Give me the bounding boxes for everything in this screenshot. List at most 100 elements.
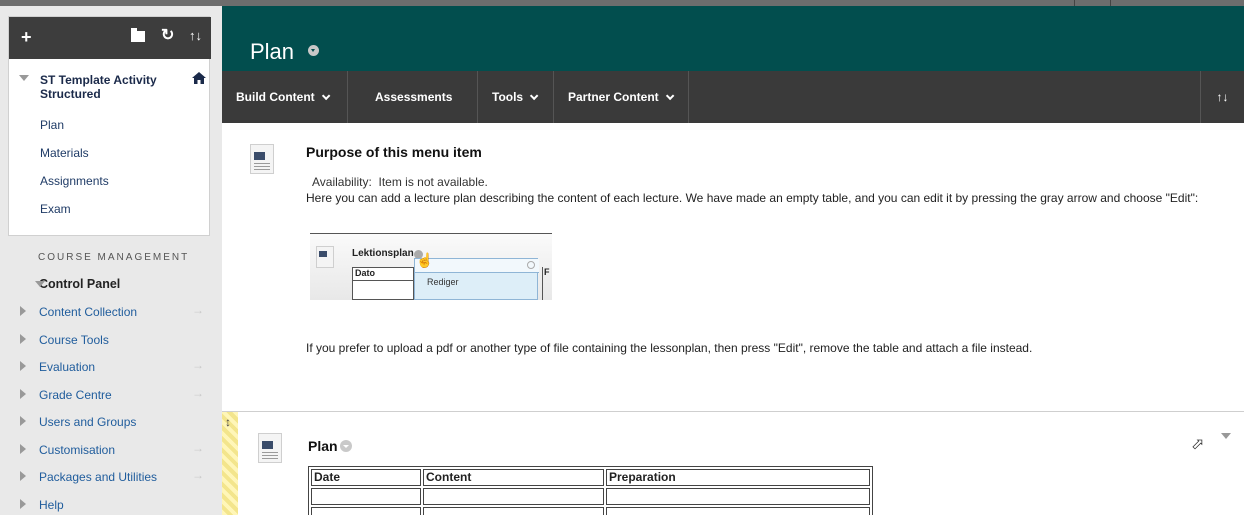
table-cell xyxy=(606,488,870,505)
course-menu-item-plan[interactable]: Plan xyxy=(40,118,109,146)
chevron-down-icon xyxy=(529,91,539,101)
control-panel-item-customisation[interactable]: Customisation → xyxy=(20,441,210,469)
course-menu-item-assignments[interactable]: Assignments xyxy=(40,174,109,202)
table-cell xyxy=(423,488,604,505)
expand-triangle-icon xyxy=(20,498,26,509)
page-title: Plan xyxy=(250,39,295,64)
assessments-label: Assessments xyxy=(375,90,453,104)
thumbnail-col-header: F xyxy=(542,267,552,300)
control-panel-item-evaluation[interactable]: Evaluation → xyxy=(20,358,210,386)
availability-label: Availability: xyxy=(312,175,372,189)
control-panel-item-label: Customisation xyxy=(39,442,116,457)
table-cell xyxy=(423,507,604,515)
collapse-triangle-icon[interactable] xyxy=(19,75,29,81)
collapse-triangle-icon xyxy=(35,281,45,287)
document-icon xyxy=(316,246,334,268)
expand-triangle-icon xyxy=(20,361,26,371)
item-options-triangle-icon[interactable] xyxy=(1221,433,1231,439)
tools-menu[interactable]: Tools xyxy=(478,71,554,123)
control-panel-item-label: Evaluation xyxy=(39,360,96,374)
page-header: Plan xyxy=(222,6,1244,71)
assessments-menu[interactable]: Assessments xyxy=(348,71,478,153)
thumbnail-menu-option: Rediger xyxy=(427,277,459,287)
plus-icon[interactable]: + xyxy=(21,27,32,48)
control-panel-label: Control Panel xyxy=(39,277,121,291)
arrow-right-icon: → xyxy=(192,468,204,482)
thumbnail-table: Dato xyxy=(352,267,415,300)
table-cell xyxy=(606,507,870,515)
control-panel-item-label: Grade Centre xyxy=(39,387,112,402)
table-cell xyxy=(311,507,421,515)
build-content-label: Build Content xyxy=(236,90,315,104)
table-cell xyxy=(311,488,421,505)
plan-table: Date Content Preparation xyxy=(308,466,873,515)
folder-icon[interactable] xyxy=(131,28,145,42)
build-content-menu[interactable]: Build Content xyxy=(222,71,348,123)
expand-triangle-icon xyxy=(20,388,26,399)
drag-handle[interactable]: ↕ xyxy=(222,412,238,515)
content-item: Purpose of this menu item Availability: … xyxy=(222,123,1244,412)
control-panel-item-help[interactable]: Help xyxy=(20,496,210,515)
chevron-down-icon[interactable] xyxy=(308,45,319,56)
main-content: Plan Build Content Assessments Tools Par… xyxy=(222,6,1244,515)
item-title[interactable]: Plan xyxy=(308,438,338,454)
mouse-pointer-icon: ⬀ xyxy=(1191,436,1205,453)
control-panel-item-label: Packages and Utilities xyxy=(39,470,158,484)
control-panel-item-label: Course Tools xyxy=(39,332,109,347)
chevron-down-icon xyxy=(665,91,675,101)
expand-triangle-icon xyxy=(20,306,26,316)
tools-label: Tools xyxy=(492,90,524,104)
expand-triangle-icon xyxy=(20,443,26,454)
sort-icon[interactable]: ↑↓ xyxy=(189,28,202,43)
document-icon xyxy=(258,433,282,463)
course-management-label: COURSE MANAGEMENT xyxy=(38,252,190,263)
course-title[interactable]: ST Template Activity Structured xyxy=(40,73,165,101)
control-panel-item-label: Content Collection xyxy=(39,305,138,319)
control-panel-item-content-collection[interactable]: Content Collection → xyxy=(20,303,210,331)
table-row xyxy=(311,507,870,515)
course-menu-item-exam[interactable]: Exam xyxy=(40,202,109,230)
partner-content-menu[interactable]: Partner Content xyxy=(554,71,689,123)
control-panel-item-packages-and-utilities[interactable]: Packages and Utilities → xyxy=(20,468,210,496)
home-icon[interactable] xyxy=(191,71,207,85)
hand-cursor-icon: ☝ xyxy=(416,252,434,268)
content-item: ↕ Plan Date Content Preparation ⬀ xyxy=(222,412,1244,515)
table-header-cell: Preparation xyxy=(606,469,870,486)
course-menu-item-materials[interactable]: Materials xyxy=(40,146,109,174)
control-panel-item-grade-centre[interactable]: Grade Centre → xyxy=(20,386,210,414)
availability-line: Availability: Item is not available. xyxy=(312,175,488,189)
close-icon xyxy=(527,261,535,269)
control-panel-list: Content Collection → Course Tools Evalua… xyxy=(20,303,210,515)
control-panel-item-course-tools[interactable]: Course Tools xyxy=(20,331,210,359)
partner-content-label: Partner Content xyxy=(568,90,659,104)
control-panel-item-users-and-groups[interactable]: Users and Groups xyxy=(20,413,210,441)
table-header-cell: Date xyxy=(311,469,421,486)
control-panel-item-label: Users and Groups xyxy=(39,415,137,429)
drag-handle-icon: ↕ xyxy=(225,415,231,429)
thumbnail-col-header: Dato xyxy=(355,268,375,278)
course-menu-panel: + ↻ ↑↓ ST Template Activity Structured P… xyxy=(8,16,211,236)
availability-value: Item is not available. xyxy=(378,175,488,189)
sidebar-toolbar: + ↻ ↑↓ xyxy=(9,17,211,59)
table-header-row: Date Content Preparation xyxy=(311,469,870,486)
instruction-screenshot: Lektionsplan Dato Rediger ☝ F xyxy=(310,233,552,300)
arrow-right-icon: → xyxy=(192,358,204,372)
expand-triangle-icon xyxy=(20,416,26,426)
chevron-down-icon xyxy=(321,91,331,101)
expand-triangle-icon xyxy=(20,471,26,481)
thumbnail-title: Lektionsplan xyxy=(352,248,414,259)
refresh-icon[interactable]: ↻ xyxy=(161,25,174,45)
document-icon xyxy=(250,144,274,174)
content-action-bar: Build Content Assessments Tools Partner … xyxy=(222,71,1244,153)
item-title[interactable]: Purpose of this menu item xyxy=(306,144,482,160)
course-menu: Plan Materials Assignments Exam xyxy=(40,118,109,230)
sort-icon[interactable]: ↑↓ xyxy=(1200,71,1244,123)
table-row xyxy=(311,488,870,505)
control-panel-item-label: Help xyxy=(39,497,64,512)
control-panel-header[interactable]: Control Panel xyxy=(20,277,120,291)
chevron-down-icon[interactable] xyxy=(340,440,352,452)
course-sidebar: + ↻ ↑↓ ST Template Activity Structured P… xyxy=(0,6,222,515)
arrow-right-icon: → xyxy=(192,440,204,455)
table-header-cell: Content xyxy=(423,469,604,486)
arrow-right-icon: → xyxy=(192,385,204,400)
